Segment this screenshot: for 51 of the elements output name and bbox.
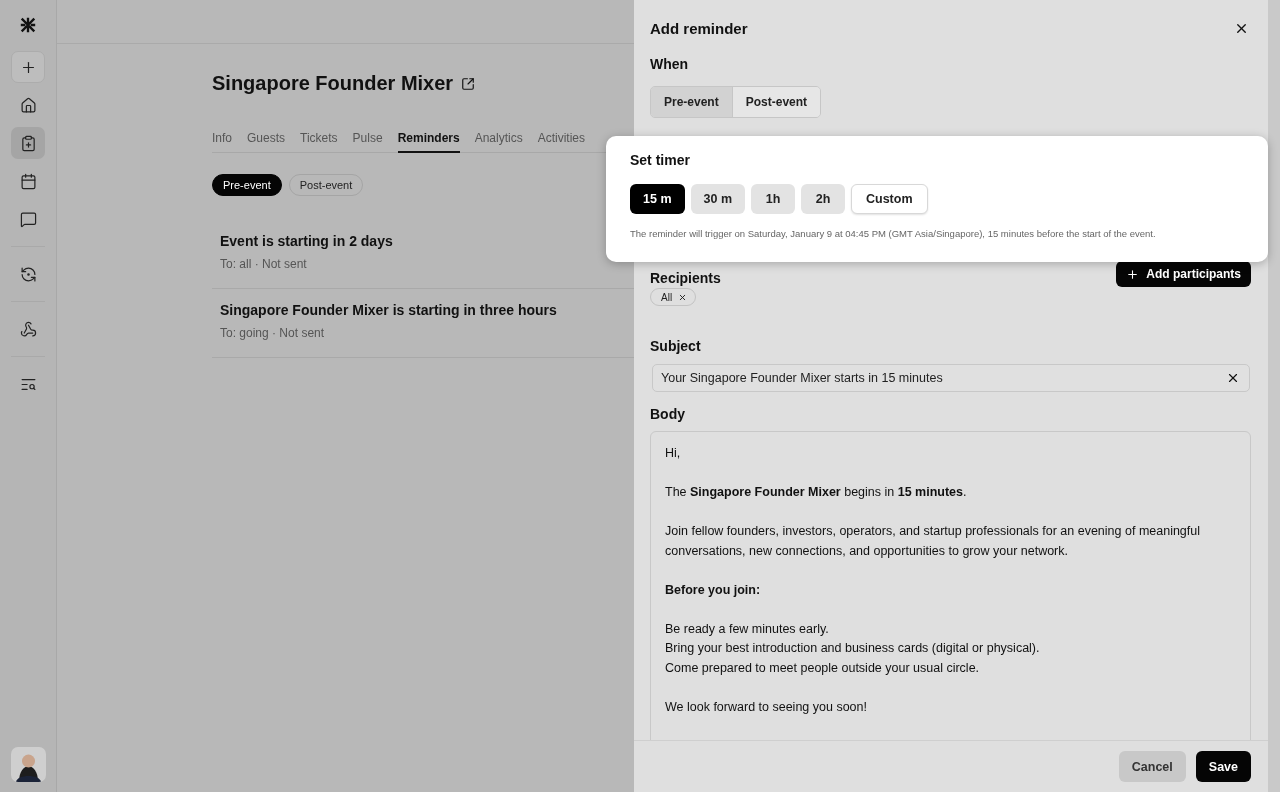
logo-icon [19, 16, 37, 34]
reminder-title[interactable]: Singapore Founder Mixer is starting in three hours [220, 302, 627, 318]
cancel-button[interactable]: Cancel [1118, 751, 1186, 782]
tab[interactable]: Pulse [352, 131, 383, 153]
timer-option[interactable]: 15 m [630, 184, 685, 214]
segment-button[interactable]: Pre-event [651, 87, 732, 117]
webhook-icon [19, 320, 37, 338]
body-text: Hi, [665, 445, 682, 462]
event-icon [19, 134, 37, 152]
body-text: Bring your best introduction and business cards (digital or physical). [665, 640, 1041, 657]
section-label: Subject [650, 338, 702, 354]
section-label: Body [650, 406, 686, 422]
section-label: When [650, 56, 690, 72]
insights-icon [19, 265, 37, 283]
avatar[interactable] [10, 747, 46, 782]
tab[interactable]: Analytics [474, 131, 523, 153]
tab[interactable]: Info [212, 131, 232, 153]
timer-option[interactable]: 2h [801, 184, 845, 214]
body-text: The Singapore Founder Mixer begins in 15 minutes. [665, 484, 968, 501]
add-participants-button[interactable]: Add participants [1116, 261, 1251, 287]
body-text: Join fellow founders, investors, operators, and startup professionals for an evening of meaningful conversations, new connections, and opportunities to grow your network. [665, 523, 1202, 560]
body-text: Be ready a few minutes early. [665, 620, 830, 638]
tab[interactable]: Reminders [397, 131, 460, 153]
remove-icon[interactable] [678, 292, 688, 302]
tab[interactable]: Tickets [300, 131, 338, 153]
popover-title: Set timer [630, 152, 691, 168]
section-label: Recipients [650, 270, 721, 286]
drawer-title: Add reminder [650, 19, 748, 37]
subject-field[interactable]: Your Singapore Founder Mixer starts in 15 minutes [652, 364, 1250, 392]
nav-item[interactable] [11, 127, 45, 159]
trigger-note: The reminder will trigger on Saturday, January 9 at 04:45 PM (GMT Asia/Singapore), 15 minutes before the start of the event. [630, 228, 1157, 239]
body-text: We look forward to seeing you soon! [665, 698, 868, 716]
chat-icon [19, 210, 37, 228]
save-button[interactable]: Save [1195, 751, 1251, 782]
tab[interactable]: Activities [537, 131, 586, 153]
timer-option[interactable]: 1h [751, 184, 795, 214]
timer-option[interactable]: 30 m [690, 184, 745, 214]
clear-button[interactable] [1226, 371, 1240, 385]
timer-option[interactable]: Custom [851, 184, 928, 214]
calendar-icon [19, 172, 37, 190]
plus-icon [1126, 267, 1140, 281]
body-text: Come prepared to meet people outside your usual circle. [665, 659, 981, 677]
segment-button[interactable]: Post-event [731, 87, 821, 117]
home-icon [19, 96, 37, 114]
reminder-meta: To: all · Not sent [220, 257, 308, 271]
event-title: Singapore Founder Mixer [212, 72, 454, 95]
body-text: Before you join: [665, 581, 762, 599]
filter-pill[interactable]: Pre-event [212, 174, 282, 196]
external-link-icon[interactable] [461, 76, 476, 91]
reminder-meta: To: going · Not sent [220, 326, 326, 340]
tab[interactable]: Guests [247, 131, 286, 153]
